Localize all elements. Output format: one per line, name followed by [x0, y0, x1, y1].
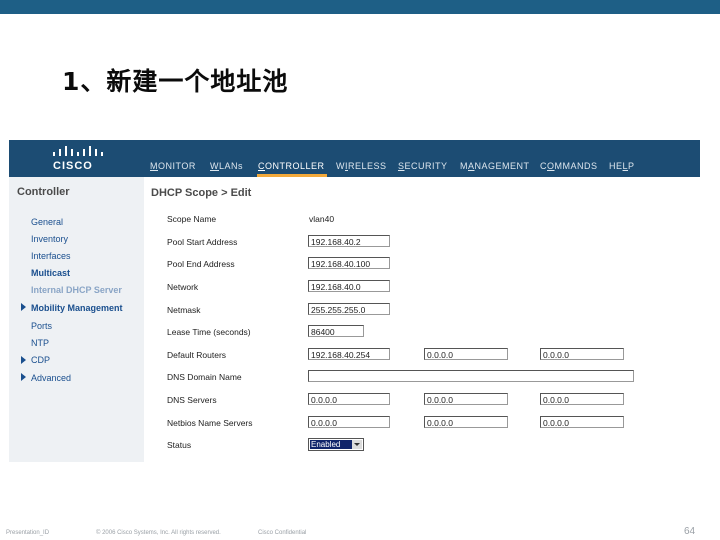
default-routers-label: Default Routers [167, 350, 227, 360]
menu-wireless[interactable]: WIRELESS [336, 161, 387, 171]
menu-management[interactable]: MANAGEMENT [460, 161, 530, 171]
default-router-3-input[interactable]: 0.0.0.0 [540, 348, 624, 360]
page-heading: DHCP Scope > Edit [151, 187, 252, 199]
lease-time-label: Lease Time (seconds) [167, 327, 251, 337]
dns-server-3-input[interactable]: 0.0.0.0 [540, 393, 624, 405]
sidebar-item-inventory[interactable]: Inventory [31, 234, 68, 244]
menu-monitor[interactable]: MONITOR [150, 161, 196, 171]
expand-arrow-icon[interactable] [21, 356, 26, 364]
netmask-label: Netmask [167, 305, 201, 315]
top-navigation-bar: CISCO MONITOR WLANs CONTROLLER WIRELESS … [9, 140, 700, 177]
sidebar: Controller General Inventory Interfaces … [9, 177, 144, 462]
netbios-server-1-input[interactable]: 0.0.0.0 [308, 416, 390, 428]
netmask-input[interactable]: 255.255.255.0 [308, 303, 390, 315]
menu-wlans[interactable]: WLANs [210, 161, 243, 171]
sidebar-item-general[interactable]: General [31, 217, 63, 227]
sidebar-heading: Controller [17, 186, 70, 198]
lease-time-input[interactable]: 86400 [308, 325, 364, 337]
sidebar-item-mobility-management[interactable]: Mobility Management [31, 303, 123, 313]
expand-arrow-icon[interactable] [21, 373, 26, 381]
netbios-server-2-input[interactable]: 0.0.0.0 [424, 416, 508, 428]
menu-controller[interactable]: CONTROLLER [258, 161, 325, 171]
expand-arrow-icon[interactable] [21, 303, 26, 311]
cisco-bridge-icon [53, 146, 103, 156]
footer-presentation-id: Presentation_ID [6, 530, 50, 536]
status-selected-value: Enabled [310, 440, 353, 449]
status-label: Status [167, 440, 192, 450]
sidebar-item-ports[interactable]: Ports [31, 321, 52, 331]
pool-end-label: Pool End Address [167, 259, 235, 269]
footer-confidential: Cisco Confidential [258, 530, 307, 536]
menu-commands[interactable]: COMMANDS [540, 161, 598, 171]
menu-help[interactable]: HELP [609, 161, 635, 171]
sidebar-item-interfaces[interactable]: Interfaces [31, 251, 71, 261]
wlc-screenshot: CISCO MONITOR WLANs CONTROLLER WIRELESS … [9, 140, 700, 462]
sidebar-item-internal-dhcp-server[interactable]: Internal DHCP Server [31, 285, 122, 295]
netbios-servers-label: Netbios Name Servers [167, 418, 253, 428]
sidebar-item-cdp[interactable]: CDP [31, 355, 50, 365]
cisco-logo-text: CISCO [53, 160, 93, 172]
scope-name-value: vlan40 [309, 214, 335, 224]
netbios-server-3-input[interactable]: 0.0.0.0 [540, 416, 624, 428]
default-router-1-input[interactable]: 192.168.40.254 [308, 348, 390, 360]
cisco-logo: CISCO [49, 145, 109, 173]
sidebar-item-advanced[interactable]: Advanced [31, 373, 71, 383]
pool-end-input[interactable]: 192.168.40.100 [308, 257, 390, 269]
scope-name-label: Scope Name [167, 214, 217, 224]
status-select[interactable]: Enabled [308, 438, 364, 451]
default-router-2-input[interactable]: 0.0.0.0 [424, 348, 508, 360]
dns-servers-label: DNS Servers [167, 395, 217, 405]
chevron-down-icon[interactable] [352, 440, 362, 449]
dns-domain-input[interactable] [308, 370, 634, 382]
slide-top-bar [0, 0, 720, 14]
sidebar-item-multicast[interactable]: Multicast [31, 268, 70, 278]
page-number: 64 [684, 526, 696, 537]
pool-start-label: Pool Start Address [167, 237, 238, 247]
dns-server-2-input[interactable]: 0.0.0.0 [424, 393, 508, 405]
sidebar-item-ntp[interactable]: NTP [31, 338, 49, 348]
main-content: DHCP Scope > Edit Scope Name vlan40 Pool… [144, 177, 700, 462]
dns-domain-label: DNS Domain Name [167, 372, 242, 382]
network-label: Network [167, 282, 199, 292]
footer-copyright: © 2006 Cisco Systems, Inc. All rights re… [96, 530, 221, 536]
slide-title: 1、新建一个地址池 [62, 67, 289, 96]
menu-security[interactable]: SECURITY [398, 161, 448, 171]
network-input[interactable]: 192.168.40.0 [308, 280, 390, 292]
dns-server-1-input[interactable]: 0.0.0.0 [308, 393, 390, 405]
pool-start-input[interactable]: 192.168.40.2 [308, 235, 390, 247]
